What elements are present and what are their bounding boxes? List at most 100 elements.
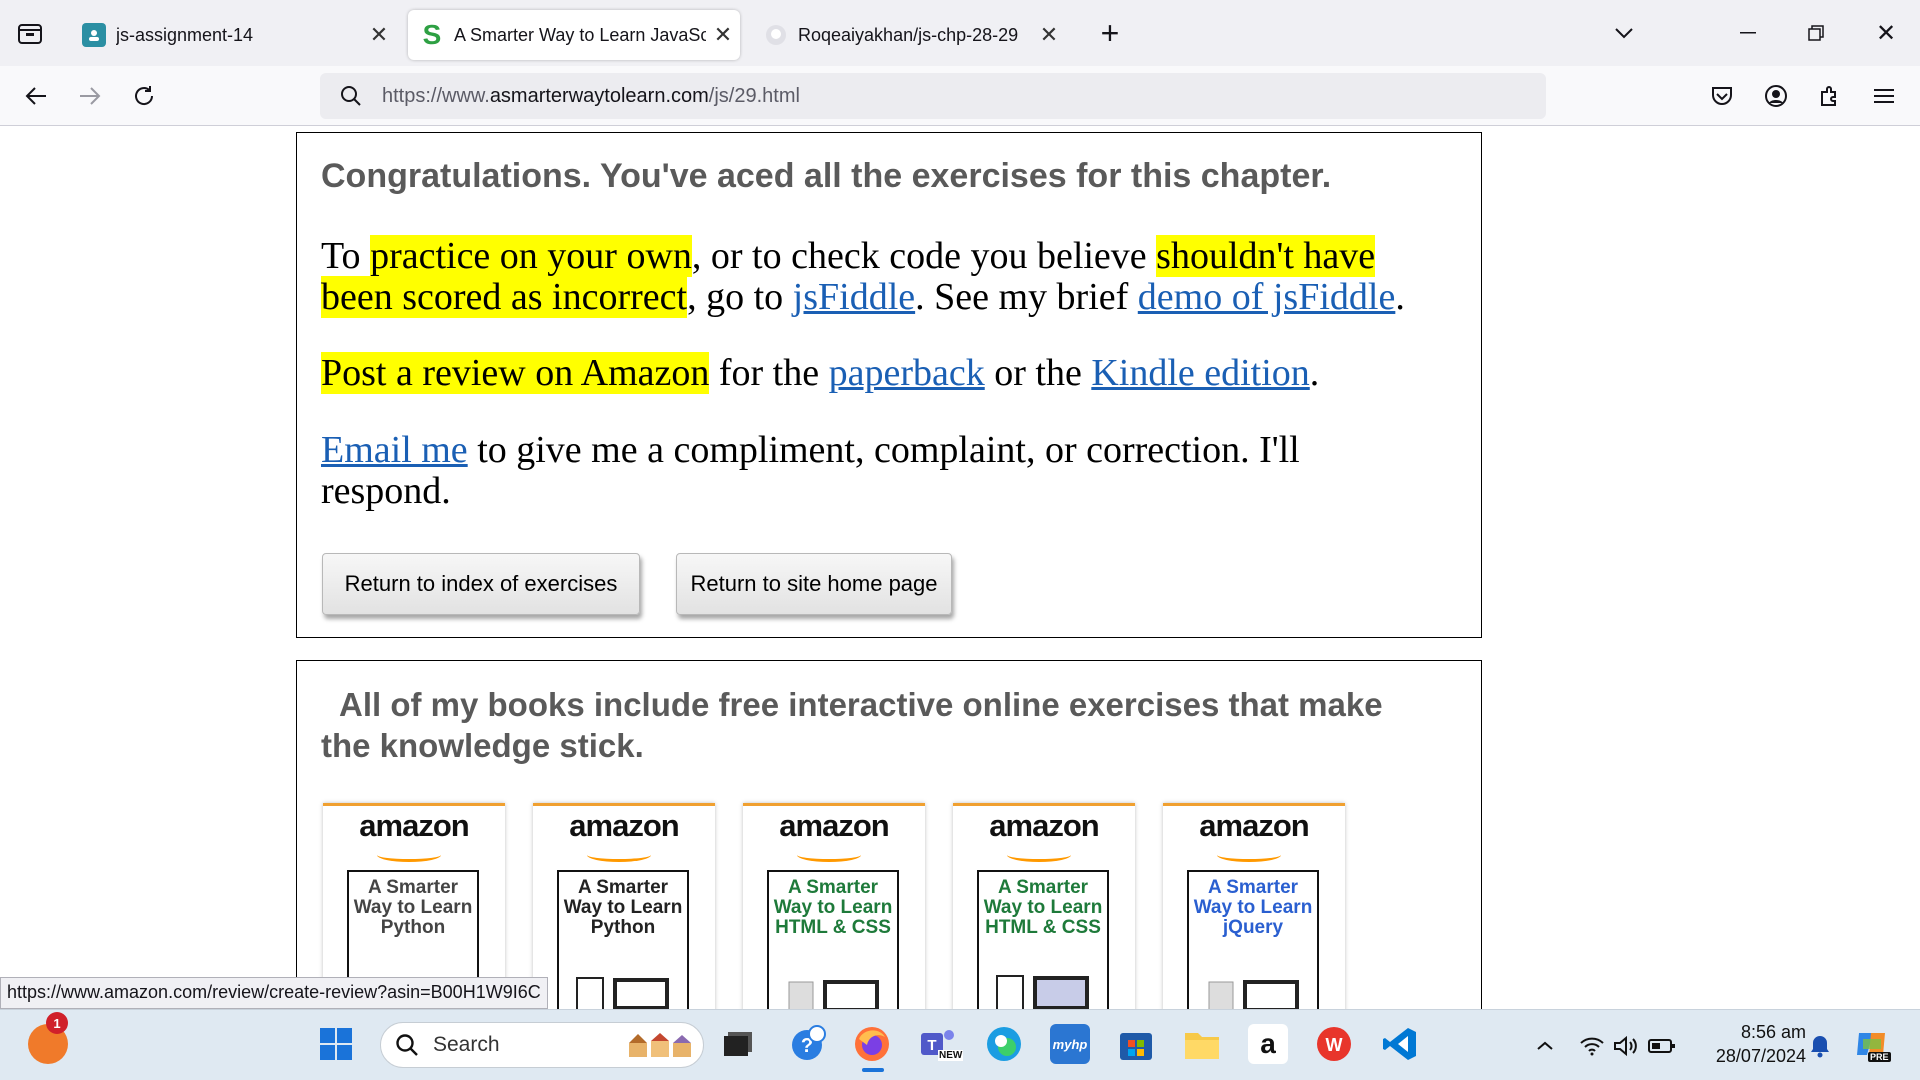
- svg-text:W: W: [1326, 1035, 1343, 1055]
- tab-smarter-way[interactable]: S A Smarter Way to Learn JavaScr ✕: [408, 10, 740, 60]
- book-title: A Smarter Way to Learn HTML & CSS: [983, 877, 1103, 938]
- navigation-toolbar: https://www.asmarterwaytolearn.com/js/29…: [0, 66, 1920, 126]
- help-icon[interactable]: ?: [788, 1024, 828, 1064]
- extensions-icon[interactable]: [1810, 76, 1850, 116]
- github-icon: [764, 23, 788, 47]
- amazon-logo: amazon: [989, 808, 1099, 843]
- amazon-smile-icon: [1007, 848, 1071, 862]
- myhp-icon[interactable]: myhp: [1050, 1024, 1090, 1064]
- amazon-icon[interactable]: a: [1248, 1024, 1288, 1064]
- book-title: A Smarter Way to Learn Python: [353, 877, 473, 938]
- close-tab-icon[interactable]: ✕: [706, 22, 740, 48]
- notification-bell-icon[interactable]: [1806, 1032, 1834, 1060]
- books-heading: All of my books include free interactive…: [321, 686, 1383, 764]
- email-paragraph: Email me to give me a compliment, compla…: [321, 429, 1300, 512]
- amazon-smile-icon: [587, 848, 651, 862]
- classroom-icon: [82, 23, 106, 47]
- vscode-icon[interactable]: [1380, 1024, 1420, 1064]
- email-me-link[interactable]: Email me: [321, 429, 468, 471]
- amazon-logo: amazon: [779, 808, 889, 843]
- taskbar-search[interactable]: Search: [380, 1022, 704, 1068]
- jsfiddle-demo-link[interactable]: demo of jsFiddle: [1138, 276, 1396, 318]
- completion-panel: Congratulations. You've aced all the exe…: [296, 132, 1482, 638]
- book-card-python-2[interactable]: amazon A Smarter Way to Learn Python: [533, 803, 715, 1009]
- tab-title: A Smarter Way to Learn JavaScr: [454, 24, 706, 45]
- tab-github[interactable]: Roqeaiyakhan/js-chp-28-29 ✕: [752, 10, 1066, 60]
- battery-icon[interactable]: [1648, 1032, 1676, 1060]
- book-cover: A Smarter Way to Learn HTML & CSS: [977, 870, 1109, 1009]
- s-logo-icon: S: [422, 19, 442, 50]
- minimize-icon[interactable]: [1728, 13, 1768, 53]
- wps-office-icon[interactable]: W: [1314, 1024, 1354, 1064]
- clock-date: 28/07/2024: [1715, 1046, 1806, 1066]
- tab-js-assignment[interactable]: js-assignment-14 ✕: [70, 10, 396, 60]
- back-icon[interactable]: [16, 76, 56, 116]
- amazon-smile-icon: [1217, 848, 1281, 862]
- book-card-html-css-1[interactable]: amazon A Smarter Way to Learn HTML & CSS: [743, 803, 925, 1009]
- reload-icon[interactable]: [124, 76, 164, 116]
- close-tab-icon[interactable]: ✕: [362, 22, 396, 48]
- volume-icon[interactable]: [1612, 1032, 1640, 1060]
- svg-text:T: T: [927, 1037, 936, 1054]
- pocket-icon[interactable]: [1702, 76, 1742, 116]
- wifi-icon[interactable]: [1578, 1032, 1606, 1060]
- devices-icon: [1208, 980, 1299, 1009]
- return-to-home-button[interactable]: Return to site home page: [676, 553, 952, 615]
- start-icon[interactable]: [316, 1024, 356, 1064]
- preview-badge: PRE: [1868, 1052, 1891, 1062]
- jsfiddle-link[interactable]: jsFiddle: [793, 276, 915, 318]
- book-cover: A Smarter Way to Learn jQuery: [1187, 870, 1319, 1009]
- tab-title: Roqeaiyakhan/js-chp-28-29: [798, 24, 1019, 45]
- tab-bar: js-assignment-14 ✕ S A Smarter Way to Le…: [0, 0, 1920, 66]
- edge-icon[interactable]: [984, 1024, 1024, 1064]
- close-tab-icon[interactable]: ✕: [1032, 22, 1066, 48]
- book-title: A Smarter Way to Learn HTML & CSS: [773, 877, 893, 938]
- store-icon[interactable]: [1116, 1024, 1156, 1064]
- new-tab-icon[interactable]: +: [1090, 13, 1130, 53]
- account-icon[interactable]: [1756, 76, 1796, 116]
- practice-paragraph: To practice on your own, or to check cod…: [321, 235, 1405, 318]
- forward-icon[interactable]: [70, 76, 110, 116]
- book-card-html-css-2[interactable]: amazon A Smarter Way to Learn HTML & CSS: [953, 803, 1135, 1009]
- teams-icon[interactable]: T NEW: [918, 1024, 964, 1064]
- devices-icon: [788, 980, 879, 1009]
- kindle-edition-link[interactable]: Kindle edition: [1091, 352, 1309, 394]
- notification-app-icon[interactable]: 1: [28, 1012, 68, 1064]
- congratulations-heading: Congratulations. You've aced all the exe…: [321, 157, 1332, 195]
- menu-icon[interactable]: [1864, 76, 1904, 116]
- amazon-smile-icon: [797, 848, 861, 862]
- amazon-logo: amazon: [569, 808, 679, 843]
- devices-icon: [996, 975, 1089, 1009]
- close-window-icon[interactable]: ✕: [1866, 13, 1906, 53]
- paperback-link[interactable]: paperback: [829, 352, 985, 394]
- notification-badge: 1: [46, 1012, 68, 1034]
- list-all-tabs-icon[interactable]: [1604, 13, 1644, 53]
- clock-time: 8:56 am: [1740, 1022, 1806, 1042]
- book-title: A Smarter Way to Learn jQuery: [1193, 877, 1313, 938]
- search-icon: [340, 85, 362, 107]
- return-to-index-button[interactable]: Return to index of exercises: [322, 553, 640, 615]
- book-cover: A Smarter Way to Learn Python: [557, 870, 689, 1009]
- task-view-icon[interactable]: [718, 1024, 758, 1064]
- book-cover: A Smarter Way to Learn HTML & CSS: [767, 870, 899, 1009]
- new-badge: NEW: [938, 1050, 964, 1061]
- tab-title: js-assignment-14: [116, 24, 254, 45]
- devices-icon: [576, 977, 669, 1009]
- copilot-icon[interactable]: PRE: [1852, 1024, 1892, 1064]
- review-paragraph: Post a review on Amazon for the paperbac…: [321, 352, 1320, 394]
- book-card-jquery[interactable]: amazon A Smarter Way to Learn jQuery: [1163, 803, 1345, 1009]
- taskbar: 1 Search ? T NEW myhp a W 8:56 am 28/07/…: [0, 1009, 1920, 1080]
- page-content: Congratulations. You've aced all the exe…: [0, 127, 1920, 1009]
- tab-overview-icon[interactable]: [10, 13, 50, 53]
- restore-icon[interactable]: [1796, 13, 1836, 53]
- amazon-logo: amazon: [1199, 808, 1309, 843]
- amazon-smile-icon: [377, 848, 441, 862]
- system-clock[interactable]: 8:56 am 28/07/2024: [1690, 1020, 1806, 1068]
- file-explorer-icon[interactable]: [1182, 1024, 1222, 1064]
- address-bar[interactable]: https://www.asmarterwaytolearn.com/js/29…: [320, 73, 1546, 119]
- search-icon: [395, 1033, 419, 1057]
- firefox-icon[interactable]: [852, 1024, 892, 1072]
- active-indicator: [862, 1068, 884, 1072]
- link-status-tooltip: https://www.amazon.com/review/create-rev…: [0, 977, 548, 1009]
- show-hidden-icons[interactable]: [1531, 1032, 1559, 1060]
